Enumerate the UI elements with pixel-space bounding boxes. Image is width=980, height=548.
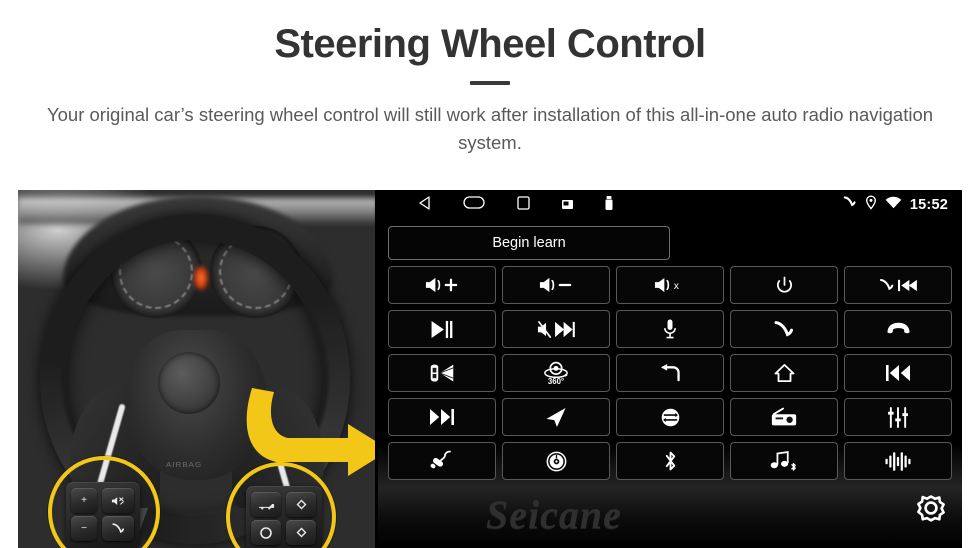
- phone-icon: [842, 195, 857, 215]
- camera-360-tile[interactable]: 360°: [502, 354, 610, 392]
- status-clock: 15:52: [909, 197, 948, 213]
- recents-icon[interactable]: [517, 195, 530, 215]
- function-tile-grid: x 360°: [388, 266, 952, 480]
- speaker-x-icon: x: [654, 277, 680, 292]
- svg-text:x: x: [674, 281, 680, 292]
- play-pause-tile[interactable]: [388, 310, 496, 348]
- bluetooth-icon: [665, 451, 675, 471]
- disc-tile[interactable]: [502, 442, 610, 480]
- equalizer-icon: [888, 406, 908, 428]
- curved-right-arrow: [230, 380, 378, 480]
- navigation-icons: [418, 195, 613, 215]
- rear-camera-icon: [430, 364, 454, 382]
- header: Steering Wheel Control Your original car…: [0, 0, 980, 157]
- speaker-plus-icon: [425, 277, 458, 293]
- next-track-icon: [430, 409, 454, 425]
- bluetooth-tile[interactable]: [616, 442, 724, 480]
- head-unit-screen: 15:52 Begin learn x 360° Seicane: [378, 190, 962, 548]
- home-icon[interactable]: [463, 196, 485, 214]
- radio-tile[interactable]: [730, 398, 838, 436]
- bluetooth-music-tile[interactable]: [730, 442, 838, 480]
- nav-arrow-icon: [546, 407, 566, 427]
- power-tile[interactable]: [730, 266, 838, 304]
- navigation-tile[interactable]: [502, 398, 610, 436]
- gear-icon: [917, 495, 945, 522]
- begin-learn-button[interactable]: Begin learn: [388, 226, 670, 260]
- page-title: Steering Wheel Control: [274, 22, 706, 66]
- mute-tile[interactable]: x: [616, 266, 724, 304]
- voice-waveform-tile[interactable]: [844, 442, 952, 480]
- previous-track-icon: [886, 365, 910, 381]
- source-switch-tile[interactable]: [616, 398, 724, 436]
- phone-icon: [774, 321, 793, 337]
- mute-next-icon: [537, 320, 575, 338]
- back-tile[interactable]: [616, 354, 724, 392]
- aux-cable-icon: [430, 450, 451, 469]
- previous-track-tile[interactable]: [844, 354, 952, 392]
- speaker-minus-icon: [539, 277, 572, 293]
- volume-down-tile[interactable]: [502, 266, 610, 304]
- brand-watermark: Seicane: [486, 492, 622, 537]
- title-divider: [470, 81, 510, 85]
- page-subtitle: Your original car’s steering wheel contr…: [46, 104, 934, 153]
- mute-next-tile[interactable]: [502, 310, 610, 348]
- bluetooth-music-icon: [770, 450, 796, 471]
- next-track-tile[interactable]: [388, 398, 496, 436]
- power-icon: [776, 276, 792, 293]
- waveform-icon: [885, 451, 911, 471]
- wifi-icon: [885, 196, 902, 214]
- usb-icon: [605, 195, 613, 215]
- home-icon: [774, 364, 794, 382]
- volume-up-tile[interactable]: [388, 266, 496, 304]
- hangup-call-tile[interactable]: [844, 310, 952, 348]
- play-pause-icon: [431, 320, 453, 338]
- airbag-label: AIRBAG: [166, 460, 203, 469]
- radio-icon: [771, 407, 797, 426]
- photo-right-edge: [375, 190, 378, 548]
- home-tile[interactable]: [730, 354, 838, 392]
- page-root: Steering Wheel Control Your original car…: [0, 0, 980, 548]
- android-status-bar: 15:52: [378, 190, 962, 220]
- media-band: AIRBAG + − 15:52 Begin learn x 360° Seic…: [18, 190, 962, 548]
- call-previous-tile[interactable]: [844, 266, 952, 304]
- steering-wheel-photo: AIRBAG + −: [18, 190, 378, 548]
- back-arrow-icon: [660, 363, 680, 381]
- camera-360-icon: 360°: [544, 361, 568, 386]
- answer-call-tile[interactable]: [730, 310, 838, 348]
- back-icon[interactable]: [418, 195, 431, 215]
- phone-previous-icon: [879, 278, 917, 291]
- microphone-tile[interactable]: [616, 310, 724, 348]
- rear-camera-tile[interactable]: [388, 354, 496, 392]
- equalizer-tile[interactable]: [844, 398, 952, 436]
- settings-button[interactable]: [908, 491, 954, 542]
- phone-hangup-icon: [886, 322, 910, 334]
- sd-card-icon: [562, 196, 573, 214]
- aux-cable-tile[interactable]: [388, 442, 496, 480]
- location-pin-icon: [865, 195, 877, 215]
- microphone-icon: [664, 318, 676, 338]
- source-switch-icon: [661, 408, 679, 426]
- system-status-icons: 15:52: [842, 195, 948, 215]
- disc-icon: [546, 451, 566, 471]
- learn-row: Begin learn: [378, 220, 962, 260]
- svg-text:360°: 360°: [548, 377, 564, 386]
